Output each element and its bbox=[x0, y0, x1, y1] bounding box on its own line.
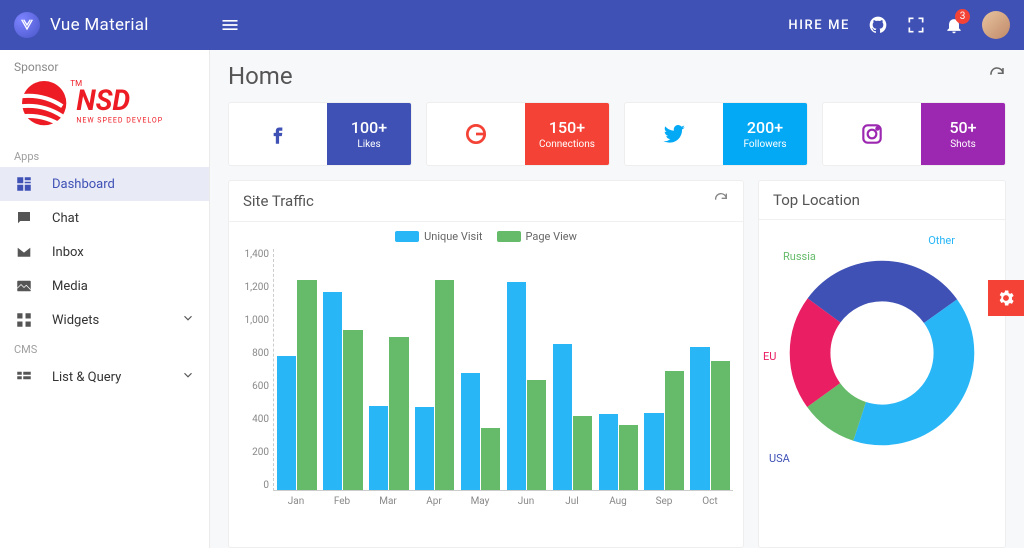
sidebar-item-label: List & Query bbox=[52, 370, 121, 385]
chevron-down-icon bbox=[181, 368, 195, 386]
bars-container bbox=[274, 249, 733, 490]
x-axis: JanFebMarAprMayJunJulAugSepOct bbox=[273, 496, 733, 507]
stat-label: Followers bbox=[743, 139, 786, 150]
stat-label: Likes bbox=[357, 139, 380, 150]
sidebar-item-chat[interactable]: Chat bbox=[0, 201, 209, 235]
menu-toggle-button[interactable] bbox=[210, 15, 250, 36]
stat-card-instagram[interactable]: 50+ Shots bbox=[822, 102, 1006, 166]
brand-zone: Vue Material bbox=[0, 12, 210, 38]
stat-cards-row: 100+ Likes 150+ Connections 200+ bbox=[228, 102, 1006, 166]
stat-value-box: 200+ Followers bbox=[723, 103, 807, 165]
facebook-icon bbox=[229, 103, 327, 165]
site-traffic-panel: Site Traffic Unique Visit Page View 1,40… bbox=[228, 180, 744, 548]
brand-logo-icon bbox=[14, 12, 40, 38]
donut-chart bbox=[787, 258, 977, 448]
legend-label-pageview: Page View bbox=[526, 230, 577, 243]
chat-icon bbox=[14, 209, 34, 227]
page-title: Home bbox=[228, 62, 293, 90]
widgets-icon bbox=[14, 311, 34, 329]
hire-me-button[interactable]: HIRE ME bbox=[788, 18, 850, 33]
chart-legend: Unique Visit Page View bbox=[239, 230, 733, 243]
svg-text:NEW SPEED DEVELOP: NEW SPEED DEVELOP bbox=[76, 115, 163, 124]
y-axis: 1,4001,2001,0008006004002000 bbox=[239, 249, 273, 507]
twitter-icon bbox=[625, 103, 723, 165]
plot-area bbox=[273, 249, 733, 491]
stat-value-box: 150+ Connections bbox=[525, 103, 609, 165]
stat-value-box: 100+ Likes bbox=[327, 103, 411, 165]
list-icon bbox=[14, 368, 34, 386]
google-icon bbox=[427, 103, 525, 165]
sidebar-item-widgets[interactable]: Widgets bbox=[0, 303, 209, 337]
stat-card-google[interactable]: 150+ Connections bbox=[426, 102, 610, 166]
sidebar: Sponsor NSD NEW SPEED DEVELOP TM Apps Da… bbox=[0, 50, 210, 548]
notification-badge: 3 bbox=[955, 9, 970, 24]
notifications-button[interactable]: 3 bbox=[944, 15, 964, 35]
mail-icon bbox=[14, 243, 34, 261]
sidebar-item-label: Dashboard bbox=[52, 177, 115, 192]
stat-card-facebook[interactable]: 100+ Likes bbox=[228, 102, 412, 166]
panel-title: Top Location bbox=[773, 191, 860, 209]
media-icon bbox=[14, 277, 34, 295]
stat-number: 150+ bbox=[549, 118, 585, 137]
stat-number: 50+ bbox=[949, 118, 976, 137]
svg-text:NSD: NSD bbox=[76, 84, 130, 117]
theme-settings-button[interactable] bbox=[988, 280, 1024, 316]
legend-label-unique: Unique Visit bbox=[424, 230, 482, 243]
legend-swatch-unique bbox=[395, 231, 419, 242]
chevron-down-icon bbox=[181, 311, 195, 329]
donut-label-eu: EU bbox=[763, 350, 776, 363]
page-refresh-button[interactable] bbox=[988, 65, 1006, 87]
user-avatar[interactable] bbox=[982, 11, 1010, 39]
topbar: Vue Material HIRE ME 3 bbox=[0, 0, 1024, 50]
stat-label: Shots bbox=[950, 139, 976, 150]
instagram-icon bbox=[823, 103, 921, 165]
donut-top-labels: Other Russia bbox=[769, 234, 995, 254]
stat-number: 200+ bbox=[747, 118, 783, 137]
panel-title: Site Traffic bbox=[243, 192, 314, 210]
sidebar-item-dashboard[interactable]: Dashboard bbox=[0, 167, 209, 201]
sidebar-item-label: Chat bbox=[52, 211, 79, 226]
main-content: Home 100+ Likes 150+ bbox=[210, 50, 1024, 548]
donut-bottom-labels: USA bbox=[769, 452, 995, 468]
bar-chart: 1,4001,2001,0008006004002000 JanFebMarAp… bbox=[239, 249, 733, 507]
stat-value-box: 50+ Shots bbox=[921, 103, 1005, 165]
nav-group-apps: Apps bbox=[0, 144, 209, 167]
top-location-panel: Top Location Other Russia bbox=[758, 180, 1006, 548]
sidebar-item-label: Widgets bbox=[52, 313, 99, 328]
github-icon[interactable] bbox=[868, 15, 888, 35]
sidebar-item-inbox[interactable]: Inbox bbox=[0, 235, 209, 269]
stat-card-twitter[interactable]: 200+ Followers bbox=[624, 102, 808, 166]
sponsor-logo[interactable]: NSD NEW SPEED DEVELOP TM bbox=[0, 76, 209, 144]
sidebar-item-label: Media bbox=[52, 279, 88, 294]
brand-title: Vue Material bbox=[50, 15, 149, 35]
sidebar-item-list-query[interactable]: List & Query bbox=[0, 360, 209, 394]
svg-text:TM: TM bbox=[70, 79, 82, 88]
donut-label-other: Other bbox=[928, 234, 955, 247]
fullscreen-icon[interactable] bbox=[906, 15, 926, 35]
panel-refresh-button[interactable] bbox=[713, 191, 729, 211]
sidebar-item-label: Inbox bbox=[52, 245, 84, 260]
dashboard-icon bbox=[14, 175, 34, 193]
donut-label-russia: Russia bbox=[783, 250, 816, 263]
legend-swatch-pageview bbox=[497, 231, 521, 242]
stat-label: Connections bbox=[539, 139, 595, 150]
donut-label-usa: USA bbox=[769, 452, 790, 465]
nav-group-cms: CMS bbox=[0, 337, 209, 360]
sponsor-label: Sponsor bbox=[0, 50, 209, 76]
sidebar-item-media[interactable]: Media bbox=[0, 269, 209, 303]
stat-number: 100+ bbox=[351, 118, 387, 137]
